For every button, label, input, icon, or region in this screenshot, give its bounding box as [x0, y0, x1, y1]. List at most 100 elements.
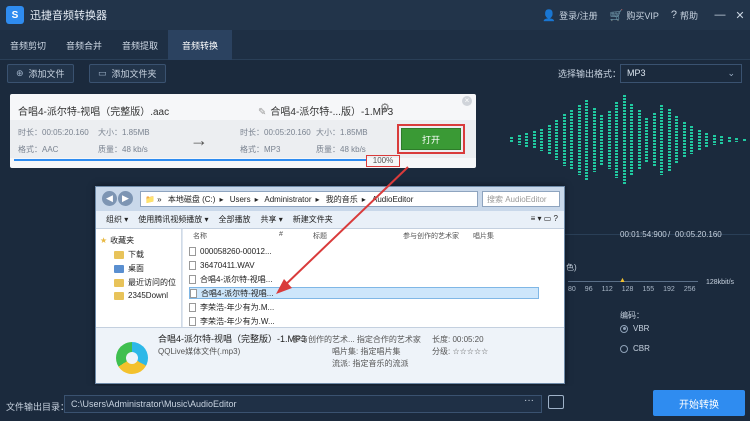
open-button[interactable]: 打开 — [401, 128, 461, 150]
bitrate-ticks: 80 96 112 128 155 192 256 — [568, 286, 696, 293]
file-icon — [189, 316, 196, 326]
visualizer-bar — [532, 131, 536, 149]
open-folder-icon[interactable] — [548, 395, 564, 409]
col-number[interactable]: # — [279, 231, 283, 238]
detail-artist[interactable]: 参与创作的艺术... 指定合作的艺术家 — [292, 334, 421, 345]
format-select[interactable]: MP3 ⌄ — [620, 64, 742, 83]
visualizer-bar — [742, 138, 746, 142]
remove-file-icon[interactable]: × — [462, 96, 472, 106]
tab-audio-merge[interactable]: 音频合并 — [56, 30, 112, 60]
output-file-name[interactable]: ✎ 合唱4-派尔特-...版）-1.MP3 — [258, 103, 393, 118]
detail-album[interactable]: 唱片集: 指定唱片集 — [332, 346, 400, 357]
visualizer-bar — [690, 126, 693, 154]
input-format: 格式：AAC — [18, 145, 59, 154]
tab-audio-convert[interactable]: 音频转换 — [168, 30, 232, 60]
nav-desktop[interactable]: 桌面 — [114, 263, 144, 274]
folder-icon: 📁 » — [145, 195, 162, 204]
audio-visualizer — [500, 90, 750, 190]
nav-recent[interactable]: 最近访问的位 — [114, 277, 176, 288]
back-icon[interactable]: ◀ — [102, 191, 117, 206]
tab-audio-extract[interactable]: 音频提取 — [112, 30, 168, 60]
input-duration: 时长：00:05:20.160 — [18, 128, 89, 137]
gear-icon[interactable]: ⚙ — [380, 101, 390, 114]
radio-cbr[interactable]: CBR — [620, 344, 650, 353]
forward-icon[interactable]: ▶ — [118, 191, 133, 206]
output-duration: 时长：00:05:20.160 — [240, 128, 311, 137]
nav-downloads[interactable]: 下载 — [114, 249, 144, 260]
bitrate-slider[interactable] — [568, 281, 698, 282]
visualizer-bar — [667, 109, 671, 171]
add-folder-button[interactable]: ▭ 添加文件夹 — [89, 64, 166, 83]
visualizer-bar — [607, 111, 611, 169]
file-icon — [189, 302, 196, 312]
file-row[interactable]: 李荣浩-年少有为.W... — [189, 315, 369, 327]
help-link[interactable]: ? 帮助 — [671, 9, 698, 22]
nav-favorites[interactable]: ★ 收藏夹 — [100, 235, 134, 246]
detail-rating[interactable]: 分级: ☆☆☆☆☆ — [432, 346, 488, 357]
star-icon: ★ — [100, 236, 108, 245]
add-file-button[interactable]: ⊕ 添加文件 — [7, 64, 74, 83]
file-explorer-window: ◀ ▶ 📁 » 本地磁盘 (C:) ▸ Users ▸ Administrator ▸… — [95, 186, 565, 384]
login-link[interactable]: 👤 登录/注册 — [542, 9, 597, 22]
detail-length: 长度: 00:05:20 — [432, 335, 484, 344]
view-icons[interactable]: ≡ ▾ ▭ ? — [531, 214, 558, 223]
cmd-play-all[interactable]: 全部播放 — [219, 214, 251, 225]
app-title: 迅捷音频转换器 — [30, 10, 107, 22]
progress-percent: 100% — [366, 155, 400, 167]
bitrate-unit: 128kbit/s — [706, 279, 735, 286]
file-row[interactable]: 36470411.WAV — [189, 259, 369, 271]
visualizer-bar — [577, 105, 581, 175]
col-artist[interactable]: 参与创作的艺术家 — [403, 231, 459, 241]
cmd-organize[interactable]: 组织 ▾ — [106, 214, 128, 225]
visualizer-bar — [525, 133, 528, 147]
file-row-selected[interactable]: 合唱4-派尔特-视唱... — [189, 287, 539, 299]
visualizer-bar — [585, 100, 588, 180]
col-title[interactable]: 标题 — [313, 231, 327, 241]
col-name[interactable]: 名称 — [193, 231, 207, 241]
visualizer-bar — [615, 102, 618, 178]
visualizer-bar — [652, 113, 656, 167]
visualizer-bar — [712, 135, 716, 145]
visualizer-bar — [660, 105, 663, 175]
start-convert-button[interactable]: 开始转换 — [653, 390, 745, 416]
help-icon: ? — [670, 9, 677, 21]
detail-file-name: 合唱4-派尔特-视唱（完整版）-1.MP3 — [158, 334, 307, 344]
visualizer-bar — [555, 120, 558, 160]
file-icon — [189, 274, 196, 284]
explorer-nav-pane: ★ 收藏夹 下载 桌面 最近访问的位 2345Downl — [96, 229, 182, 327]
detail-genre[interactable]: 流派: 指定音乐的流派 — [332, 358, 408, 369]
cmd-new-folder[interactable]: 新建文件夹 — [293, 214, 333, 225]
radio-dot-icon — [620, 324, 628, 333]
radio-dot-icon — [620, 344, 628, 353]
output-dir-label: 文件输出目录： — [6, 402, 70, 412]
file-row[interactable]: 合唱4-派尔特-视唱... — [189, 273, 369, 285]
minimize-icon[interactable]: — — [710, 9, 730, 21]
address-path[interactable]: 📁 » 本地磁盘 (C:) ▸ Users ▸ Administrator ▸ 我的音… — [140, 191, 478, 207]
cmd-share[interactable]: 共享 ▾ — [261, 214, 283, 225]
nav-2345downloads[interactable]: 2345Downl — [114, 291, 168, 300]
progress-bar — [14, 159, 366, 161]
bitrate-slider-handle[interactable]: ▲ — [619, 277, 626, 284]
desktop-icon — [114, 264, 124, 273]
file-row[interactable]: 李荣浩-年少有为.M... — [189, 301, 369, 313]
col-album[interactable]: 唱片集 — [473, 231, 494, 241]
visualizer-bar — [675, 116, 678, 164]
explorer-details-pane: 合唱4-派尔特-视唱（完整版）-1.MP3 QQLive媒体文件(.mp3) 参… — [96, 327, 564, 383]
output-dir-input[interactable]: C:\Users\Administrator\Music\AudioEditor — [64, 395, 542, 413]
file-row[interactable]: 000058260-00012... — [189, 245, 369, 257]
more-icon[interactable]: ··· — [524, 395, 534, 406]
explorer-search-input[interactable]: 搜索 AudioEditor — [482, 191, 560, 207]
output-format: 格式：MP3 — [240, 145, 281, 154]
param-partial-label: 色) — [566, 263, 577, 272]
close-icon[interactable]: ✕ — [730, 9, 750, 22]
buy-vip-link[interactable]: 🛒 购买VIP — [610, 9, 659, 22]
tab-audio-cut[interactable]: 音频剪切 — [0, 30, 56, 60]
cmd-play-with[interactable]: 使用腾讯视频播放 ▾ — [138, 214, 208, 225]
radio-vbr[interactable]: VBR — [620, 324, 649, 333]
visualizer-bar — [622, 95, 626, 185]
output-quality: 质量：48 kb/s — [316, 145, 366, 154]
input-quality: 质量：48 kb/s — [98, 145, 148, 154]
visualizer-bar — [705, 133, 708, 147]
visualizer-bar — [697, 130, 701, 150]
visualizer-bar — [547, 125, 551, 155]
